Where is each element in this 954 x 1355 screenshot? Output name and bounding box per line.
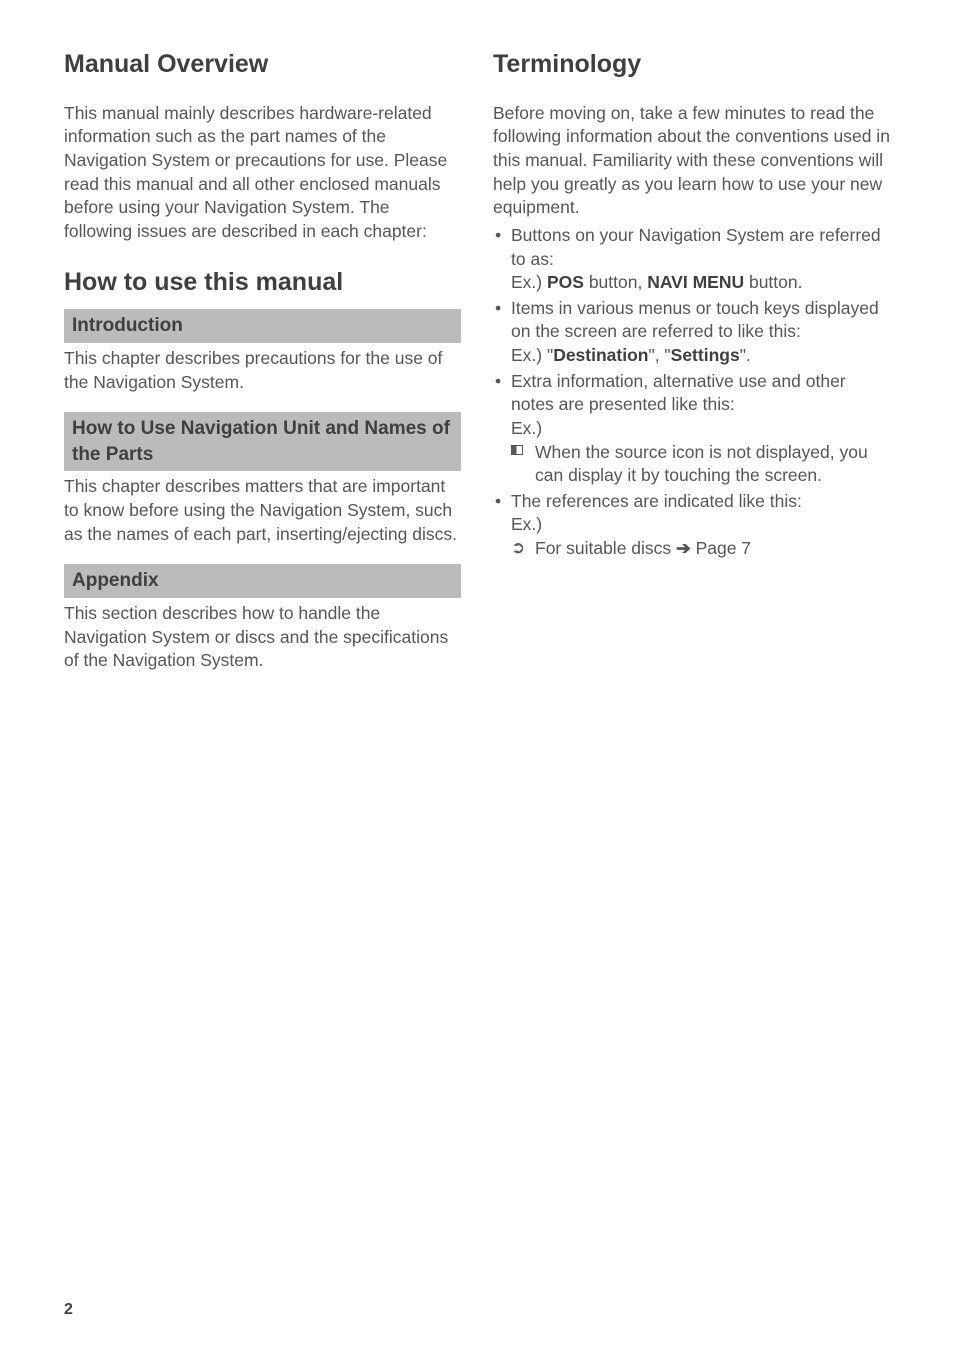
references-desc: The references are indicated like this:	[511, 491, 802, 511]
extra-info-desc: Extra information, alternative use and o…	[511, 371, 846, 415]
extra-info-sub-text: When the source icon is not displayed, y…	[535, 442, 868, 486]
page-number: 2	[64, 1299, 73, 1321]
list-item-extra-info: Extra information, alternative use and o…	[493, 370, 890, 488]
list-item-menu-items: Items in various menus or touch keys dis…	[493, 297, 890, 368]
terminology-list: Buttons on your Navigation System are re…	[493, 224, 890, 561]
buttons-example: Ex.) POS button, NAVI MENU button.	[511, 271, 890, 295]
navi-menu-button-label: NAVI MENU	[647, 272, 744, 292]
ex-text: button,	[584, 272, 647, 292]
appendix-body: This section describes how to handle the…	[64, 602, 461, 673]
ex-text: ", "	[648, 345, 670, 365]
heading-manual-overview: Manual Overview	[64, 48, 461, 82]
subheading-nav-unit-parts: How to Use Navigation Unit and Names of …	[64, 412, 461, 471]
manual-overview-body: This manual mainly describes hardware-re…	[64, 102, 461, 244]
introduction-body: This chapter describes precautions for t…	[64, 347, 461, 394]
references-sub-prefix: For suitable discs	[535, 538, 676, 558]
subheading-appendix: Appendix	[64, 564, 461, 598]
right-column: Terminology Before moving on, take a few…	[493, 48, 890, 691]
references-ex-label: Ex.)	[511, 513, 890, 537]
terminology-intro: Before moving on, take a few minutes to …	[493, 102, 890, 220]
menu-items-example: Ex.) "Destination", "Settings".	[511, 344, 890, 368]
destination-label: Destination	[553, 345, 648, 365]
nav-unit-parts-body: This chapter describes matters that are …	[64, 475, 461, 546]
list-item-references: The references are indicated like this: …	[493, 490, 890, 561]
extra-info-sub-item: When the source icon is not displayed, y…	[511, 441, 890, 488]
extra-info-ex-label: Ex.)	[511, 417, 890, 441]
right-arrow-icon: ➔	[676, 538, 691, 558]
ex-label: Ex.) "	[511, 345, 553, 365]
note-icon	[511, 445, 523, 455]
buttons-desc: Buttons on your Navigation System are re…	[511, 225, 881, 269]
heading-terminology: Terminology	[493, 48, 890, 82]
content-columns: Manual Overview This manual mainly descr…	[64, 48, 890, 691]
ex-label: Ex.)	[511, 272, 547, 292]
extra-info-sublist: When the source icon is not displayed, y…	[511, 441, 890, 488]
heading-how-to-use: How to use this manual	[64, 266, 461, 300]
ex-text: button.	[744, 272, 802, 292]
ex-text: ".	[740, 345, 751, 365]
menu-items-desc: Items in various menus or touch keys dis…	[511, 298, 879, 342]
references-sub-item: ➲ For suitable discs ➔ Page 7	[511, 537, 890, 561]
reference-arrow-icon: ➲	[511, 539, 525, 556]
subheading-introduction: Introduction	[64, 309, 461, 343]
list-item-buttons: Buttons on your Navigation System are re…	[493, 224, 890, 295]
references-sublist: ➲ For suitable discs ➔ Page 7	[511, 537, 890, 561]
pos-button-label: POS	[547, 272, 584, 292]
left-column: Manual Overview This manual mainly descr…	[64, 48, 461, 691]
settings-label: Settings	[671, 345, 740, 365]
references-sub-suffix: Page 7	[691, 538, 751, 558]
